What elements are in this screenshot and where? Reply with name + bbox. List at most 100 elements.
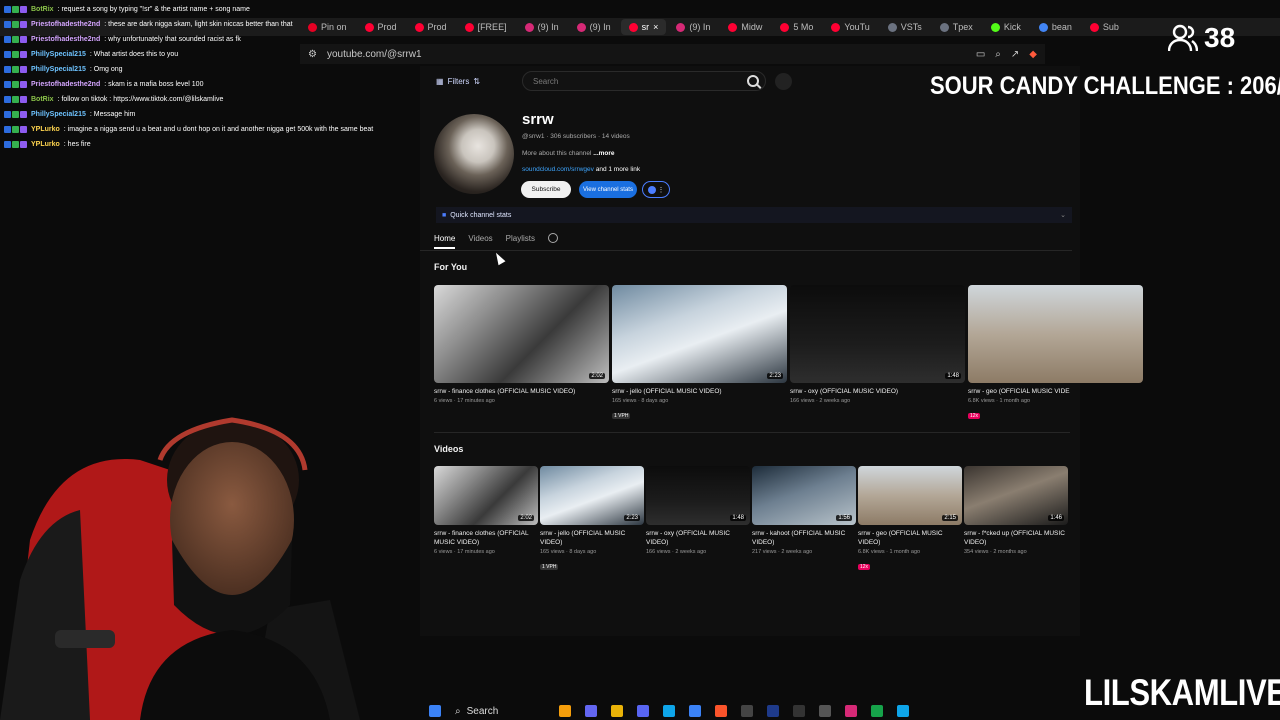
video-thumbnail[interactable]: 2:02 (434, 285, 609, 383)
extension-toggle-button[interactable]: ⋮ (642, 181, 670, 198)
channel-avatar[interactable] (434, 114, 514, 194)
chat-username[interactable]: PhillySpecial215 (31, 66, 86, 73)
video-title[interactable]: srrw - finance clothes (OFFICIAL MUSIC V… (434, 529, 538, 547)
cast-icon[interactable]: ▭ (976, 49, 985, 60)
channel-about[interactable]: More about this channel ...more (522, 150, 615, 157)
browser-tab[interactable]: VSTs (880, 19, 930, 35)
browser-tab[interactable]: (9) In (569, 19, 619, 35)
4k-icon[interactable] (819, 705, 831, 717)
browser-tab[interactable]: [FREE] (457, 19, 515, 35)
app-icon[interactable] (741, 705, 753, 717)
chat-username[interactable]: YPLurko (31, 126, 60, 133)
instagram-icon[interactable] (845, 705, 857, 717)
browser-tab[interactable]: Kick (983, 19, 1029, 35)
chat-username[interactable]: YPLurko (31, 141, 60, 148)
video-thumbnail[interactable]: 1:48 (646, 466, 750, 525)
video-card[interactable]: 2:15 srrw - geo (OFFICIAL MUSIC VIDEO) 6.8… (858, 466, 962, 573)
subscribe-button[interactable]: Subscribe (521, 181, 571, 198)
filters-button[interactable]: ▦ Filters ⇅ (436, 74, 480, 88)
tab-home[interactable]: Home (434, 234, 456, 249)
zoom-icon[interactable]: ⌕ (995, 49, 1001, 60)
video-card[interactable]: 2:02 srrw - finance clothes (OFFICIAL MUS… (434, 466, 538, 555)
video-thumbnail[interactable]: 2:23 (540, 466, 644, 525)
browser-tab-label: [FREE] (477, 22, 507, 32)
chevron-down-icon[interactable]: ⌄ (1060, 211, 1066, 219)
badge-icon (20, 21, 27, 28)
video-title[interactable]: srrw - oxy (OFFICIAL MUSIC VIDEO) (646, 529, 750, 547)
store-icon[interactable] (663, 705, 675, 717)
video-thumbnail[interactable]: 2:02 (434, 466, 538, 525)
chat-username[interactable]: Priestofhadesthe2nd (31, 21, 100, 28)
video-title[interactable]: srrw - oxy (OFFICIAL MUSIC VIDEO) (790, 387, 965, 396)
video-card[interactable]: 1:48 srrw - oxy (OFFICIAL MUSIC VIDEO) 166… (646, 466, 750, 555)
app-icon-3[interactable] (871, 705, 883, 717)
close-tab-icon[interactable]: × (653, 22, 658, 32)
notepad-icon[interactable] (897, 705, 909, 717)
video-title[interactable]: srrw - kahoot (OFFICIAL MUSIC VIDEO) (752, 529, 856, 547)
browser-tab[interactable]: bean (1031, 19, 1080, 35)
video-title[interactable]: srrw - finance clothes (OFFICIAL MUSIC V… (434, 387, 609, 396)
browser-tab[interactable]: 5 Mo (772, 19, 821, 35)
video-card[interactable]: 1:46 srrw - f*cked up (OFFICIAL MUSIC VID… (964, 466, 1068, 555)
app-icon-2[interactable] (793, 705, 805, 717)
video-meta: 6 views · 17 minutes ago (434, 398, 495, 404)
browser-tab[interactable]: Sub (1082, 19, 1127, 35)
video-thumbnail[interactable]: 2:23 (612, 285, 787, 383)
steam-icon[interactable] (767, 705, 779, 717)
channel-link[interactable]: soundcloud.com/srrwgev (522, 166, 594, 173)
video-card[interactable]: 2:23 srrw - jello (OFFICIAL MUSIC VIDEO) 1… (612, 285, 787, 422)
share-icon[interactable]: ↗ (1011, 49, 1019, 60)
video-title[interactable]: srrw - f*cked up (OFFICIAL MUSIC VIDEO) (964, 529, 1068, 547)
browser-tab[interactable]: Midw (720, 19, 770, 35)
file-explorer-icon[interactable] (611, 705, 623, 717)
search-icon[interactable] (747, 75, 759, 87)
video-badge: 12x (968, 413, 981, 419)
chat-username[interactable]: PhillySpecial215 (31, 51, 86, 58)
widgets-icon[interactable] (559, 705, 571, 717)
video-thumbnail[interactable] (968, 285, 1143, 383)
video-thumbnail[interactable]: 2:15 (858, 466, 962, 525)
video-thumbnail[interactable]: 1:46 (964, 466, 1068, 525)
chat-text: : follow on tiktok : https://www.tiktok.… (57, 96, 224, 103)
browser-tab[interactable]: (9) In (668, 19, 718, 35)
quick-channel-stats-bar[interactable]: ■ Quick channel stats ⌄ (436, 207, 1072, 223)
edge-icon[interactable] (689, 705, 701, 717)
voice-search-button[interactable] (775, 73, 792, 90)
brave-icon[interactable] (715, 705, 727, 717)
discord-icon[interactable] (637, 705, 649, 717)
video-meta: 217 views · 2 weeks ago (752, 549, 813, 555)
channel-links[interactable]: soundcloud.com/srrwgev and 1 more link (522, 166, 640, 173)
extension-icon[interactable]: ◆ (1029, 49, 1037, 60)
chat-username[interactable]: Priestofhadesthe2nd (31, 36, 100, 43)
video-title[interactable]: srrw - geo (OFFICIAL MUSIC VIDE (968, 387, 1143, 396)
browser-tab[interactable]: sr × (620, 19, 667, 35)
video-card[interactable]: 2:23 srrw - jello (OFFICIAL MUSIC VIDEO) 1… (540, 466, 644, 573)
video-card[interactable]: 2:02 srrw - finance clothes (OFFICIAL MUS… (434, 285, 609, 404)
video-title[interactable]: srrw - jello (OFFICIAL MUSIC VIDEO) (540, 529, 644, 547)
video-thumbnail[interactable]: 1:56 (752, 466, 856, 525)
video-card[interactable]: srrw - geo (OFFICIAL MUSIC VIDE 6.8K view… (968, 285, 1143, 422)
view-channel-stats-button[interactable]: View channel stats (579, 181, 637, 198)
chat-message: YPLurko: imagine a nigga send u a beat a… (0, 122, 420, 137)
browser-tab[interactable]: Tpex (932, 19, 981, 35)
search-input[interactable]: Search (522, 71, 766, 91)
chat-username[interactable]: BotRix (31, 6, 54, 13)
video-card[interactable]: 1:56 srrw - kahoot (OFFICIAL MUSIC VIDEO)… (752, 466, 856, 555)
browser-tab[interactable]: YouTu (823, 19, 877, 35)
chat-username[interactable]: BotRix (31, 96, 54, 103)
chat-username[interactable]: Priestofhadesthe2nd (31, 81, 100, 88)
video-title[interactable]: srrw - geo (OFFICIAL MUSIC VIDEO) (858, 529, 962, 547)
channel-link-more[interactable]: and 1 more link (596, 166, 640, 173)
chat-username[interactable]: PhillySpecial215 (31, 111, 86, 118)
taskbar-search[interactable]: ⌕ Search (455, 706, 545, 717)
copilot-icon[interactable] (585, 705, 597, 717)
video-thumbnail[interactable]: 1:48 (790, 285, 965, 383)
browser-tab[interactable]: (9) In (517, 19, 567, 35)
video-title[interactable]: srrw - jello (OFFICIAL MUSIC VIDEO) (612, 387, 787, 396)
windows-start-icon[interactable] (429, 705, 441, 717)
tab-videos[interactable]: Videos (468, 234, 492, 249)
video-card[interactable]: 1:48 srrw - oxy (OFFICIAL MUSIC VIDEO) 166… (790, 285, 965, 404)
channel-search-icon[interactable] (548, 233, 559, 243)
channel-about-more[interactable]: ...more (593, 150, 614, 157)
tab-playlists[interactable]: Playlists (506, 234, 535, 249)
